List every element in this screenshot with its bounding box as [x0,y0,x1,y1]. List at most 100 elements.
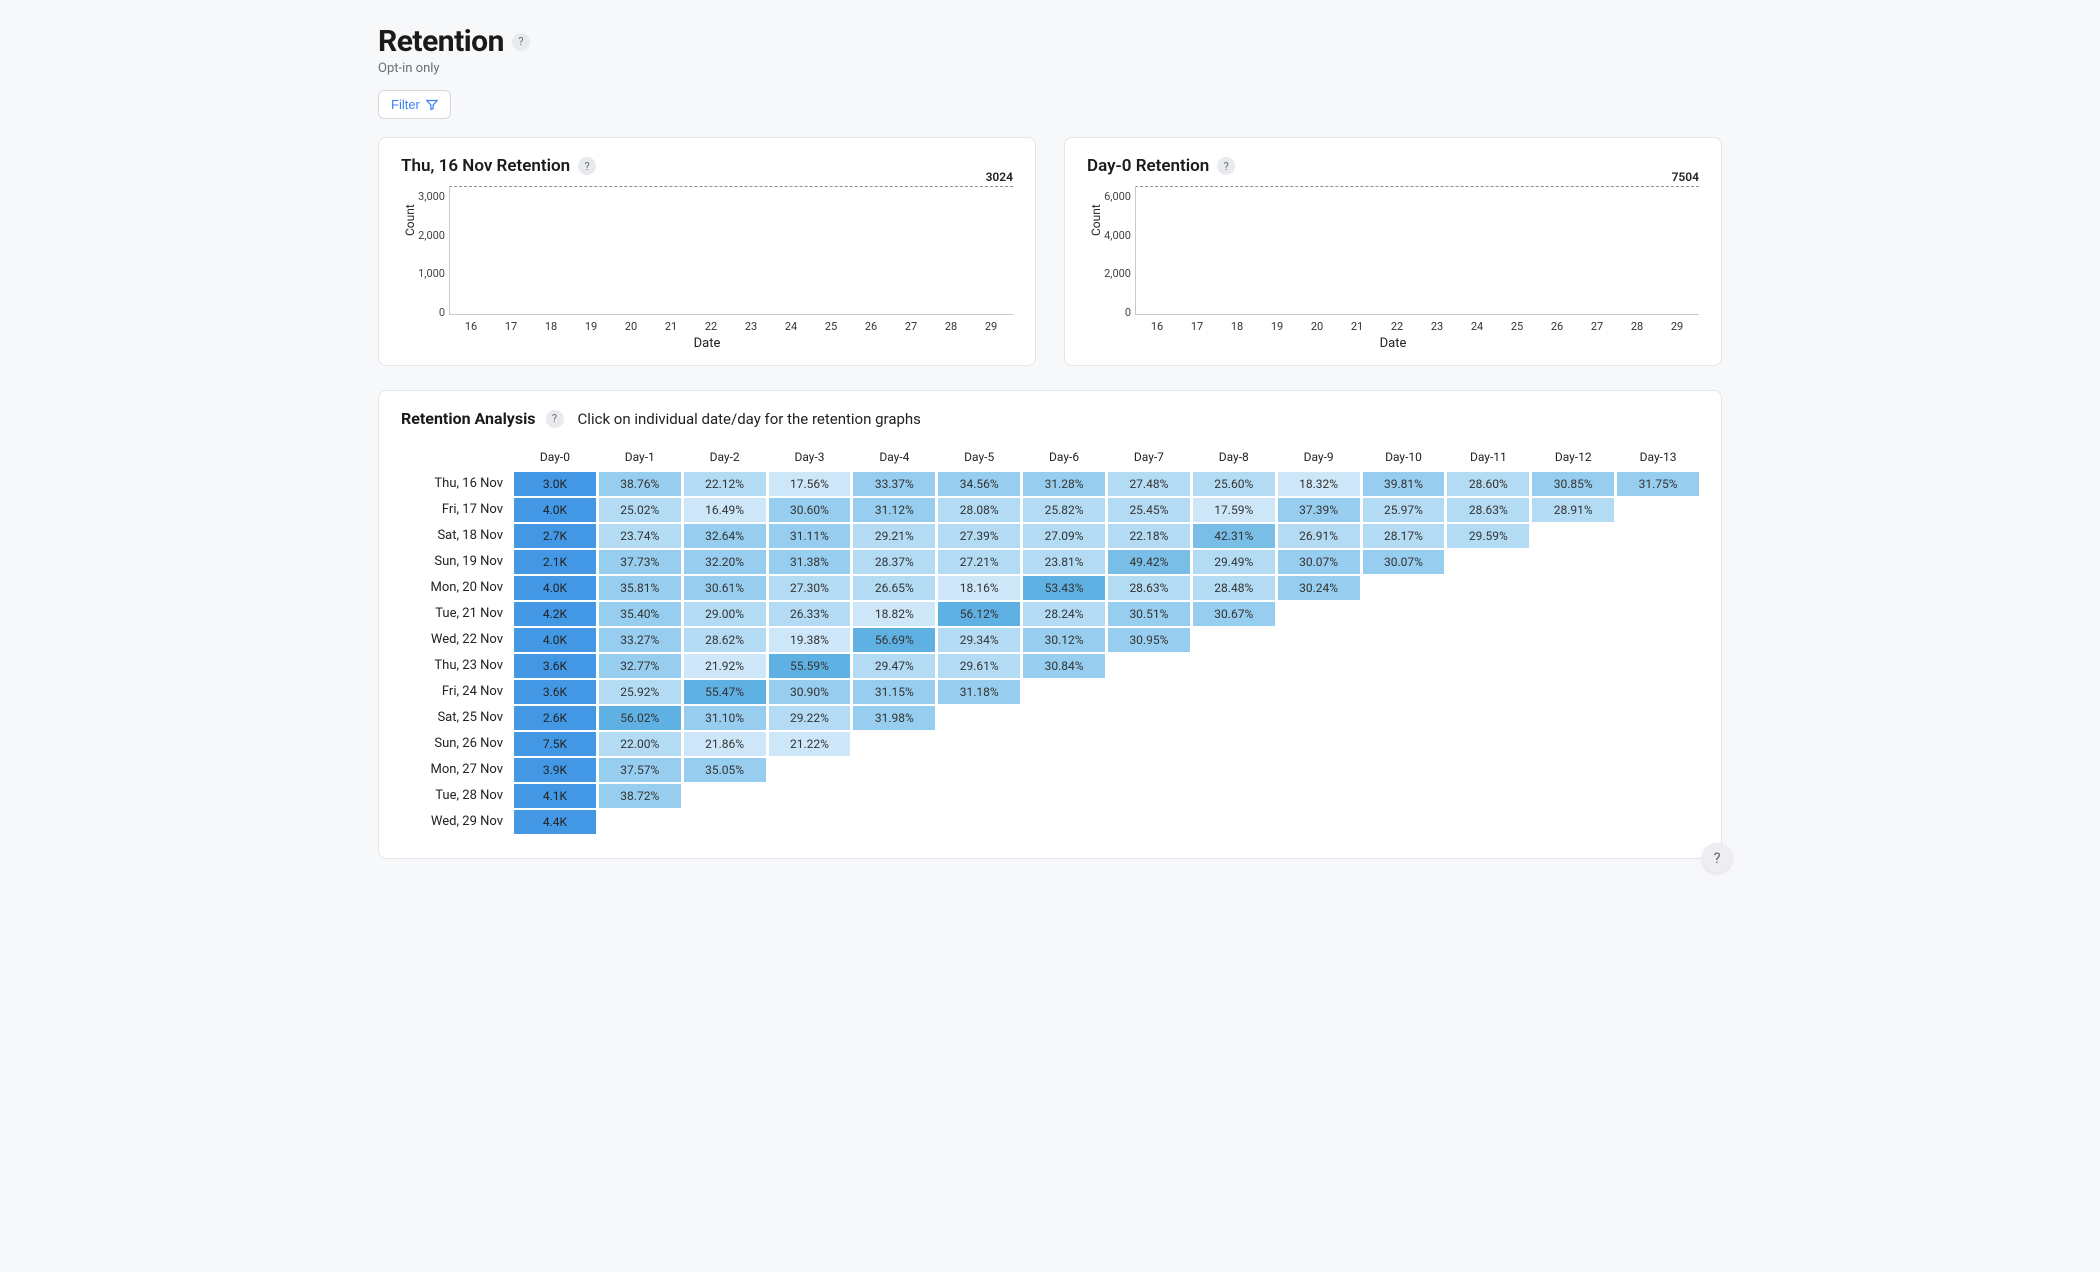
cell[interactable]: 31.12% [853,498,935,522]
cell[interactable]: 42.31% [1193,524,1275,548]
help-icon[interactable]: ? [1217,157,1235,175]
cell[interactable]: 55.59% [769,654,851,678]
column-header[interactable]: Day-4 [853,446,935,470]
help-icon[interactable]: ? [578,157,596,175]
cell[interactable]: 30.07% [1363,550,1445,574]
cell[interactable]: 27.39% [938,524,1020,548]
row-label[interactable]: Mon, 20 Nov [401,576,511,600]
cell[interactable]: 35.81% [599,576,681,600]
cell[interactable]: 30.51% [1108,602,1190,626]
cell[interactable]: 30.90% [769,680,851,704]
chart-left[interactable]: Count Date 3,0002,0001,0000 3024 1617181… [401,186,1013,351]
cell-day0[interactable]: 4.0K [514,498,596,522]
help-icon[interactable]: ? [512,33,530,51]
filter-button[interactable]: Filter [378,90,451,119]
cell[interactable]: 39.81% [1363,472,1445,496]
cell[interactable]: 29.49% [1193,550,1275,574]
cell[interactable]: 31.75% [1617,472,1699,496]
cell-day0[interactable]: 4.0K [514,576,596,600]
cell[interactable]: 31.18% [938,680,1020,704]
column-header[interactable]: Day-9 [1278,446,1360,470]
cell[interactable]: 17.56% [769,472,851,496]
cell[interactable]: 27.21% [938,550,1020,574]
cell[interactable]: 32.64% [684,524,766,548]
cell[interactable]: 26.91% [1278,524,1360,548]
cell[interactable]: 33.37% [853,472,935,496]
cell[interactable]: 28.17% [1363,524,1445,548]
column-header[interactable]: Day-10 [1363,446,1445,470]
cell[interactable]: 25.92% [599,680,681,704]
cell-day0[interactable]: 3.9K [514,758,596,782]
cell[interactable]: 26.33% [769,602,851,626]
cell-day0[interactable]: 3.6K [514,654,596,678]
cell[interactable]: 29.22% [769,706,851,730]
cell[interactable]: 25.45% [1108,498,1190,522]
cell[interactable]: 23.81% [1023,550,1105,574]
cell[interactable]: 38.76% [599,472,681,496]
cell[interactable]: 55.47% [684,680,766,704]
cell[interactable]: 31.15% [853,680,935,704]
cell-day0[interactable]: 4.4K [514,810,596,834]
column-header[interactable]: Day-13 [1617,446,1699,470]
row-label[interactable]: Tue, 28 Nov [401,784,511,808]
cell[interactable]: 31.28% [1023,472,1105,496]
row-label[interactable]: Wed, 22 Nov [401,628,511,652]
cell[interactable]: 38.72% [599,784,681,808]
column-header[interactable]: Day-8 [1193,446,1275,470]
cell-day0[interactable]: 2.1K [514,550,596,574]
cell[interactable]: 28.37% [853,550,935,574]
cell-day0[interactable]: 4.0K [514,628,596,652]
cell-day0[interactable]: 3.6K [514,680,596,704]
cell[interactable]: 18.32% [1278,472,1360,496]
cell[interactable]: 56.12% [938,602,1020,626]
column-header[interactable]: Day-3 [769,446,851,470]
cell[interactable]: 23.74% [599,524,681,548]
cell-day0[interactable]: 4.2K [514,602,596,626]
cell[interactable]: 26.65% [853,576,935,600]
cell[interactable]: 28.08% [938,498,1020,522]
cell[interactable]: 19.38% [769,628,851,652]
cell[interactable]: 27.30% [769,576,851,600]
cell-day0[interactable]: 4.1K [514,784,596,808]
row-label[interactable]: Thu, 23 Nov [401,654,511,678]
row-label[interactable]: Sat, 18 Nov [401,524,511,548]
cell-day0[interactable]: 2.6K [514,706,596,730]
cell[interactable]: 25.02% [599,498,681,522]
cell[interactable]: 28.24% [1023,602,1105,626]
cell[interactable]: 18.16% [938,576,1020,600]
cell[interactable]: 30.85% [1532,472,1614,496]
help-icon[interactable]: ? [546,410,564,428]
row-label[interactable]: Thu, 16 Nov [401,472,511,496]
cell[interactable]: 16.49% [684,498,766,522]
row-label[interactable]: Fri, 17 Nov [401,498,511,522]
cell[interactable]: 29.00% [684,602,766,626]
cell-day0[interactable]: 3.0K [514,472,596,496]
cell[interactable]: 22.18% [1108,524,1190,548]
cell[interactable]: 31.10% [684,706,766,730]
cell[interactable]: 30.12% [1023,628,1105,652]
cell[interactable]: 28.63% [1447,498,1529,522]
column-header[interactable]: Day-1 [599,446,681,470]
column-header[interactable]: Day-0 [514,446,596,470]
row-label[interactable]: Sun, 19 Nov [401,550,511,574]
cell[interactable]: 31.98% [853,706,935,730]
floating-help-button[interactable]: ? [1702,843,1732,873]
cell[interactable]: 31.38% [769,550,851,574]
column-header[interactable]: Day-11 [1447,446,1529,470]
cell[interactable]: 28.60% [1447,472,1529,496]
cell[interactable]: 30.67% [1193,602,1275,626]
cell[interactable]: 32.20% [684,550,766,574]
chart-right[interactable]: Count Date 6,0004,0002,0000 7504 1617181… [1087,186,1699,351]
cell[interactable]: 30.95% [1108,628,1190,652]
cell[interactable]: 21.22% [769,732,851,756]
cell[interactable]: 22.00% [599,732,681,756]
cell[interactable]: 30.61% [684,576,766,600]
column-header[interactable]: Day-6 [1023,446,1105,470]
cell[interactable]: 37.73% [599,550,681,574]
cell[interactable]: 37.57% [599,758,681,782]
column-header[interactable]: Day-5 [938,446,1020,470]
cell[interactable]: 21.92% [684,654,766,678]
cell[interactable]: 53.43% [1023,576,1105,600]
cell[interactable]: 28.62% [684,628,766,652]
cell[interactable]: 30.24% [1278,576,1360,600]
